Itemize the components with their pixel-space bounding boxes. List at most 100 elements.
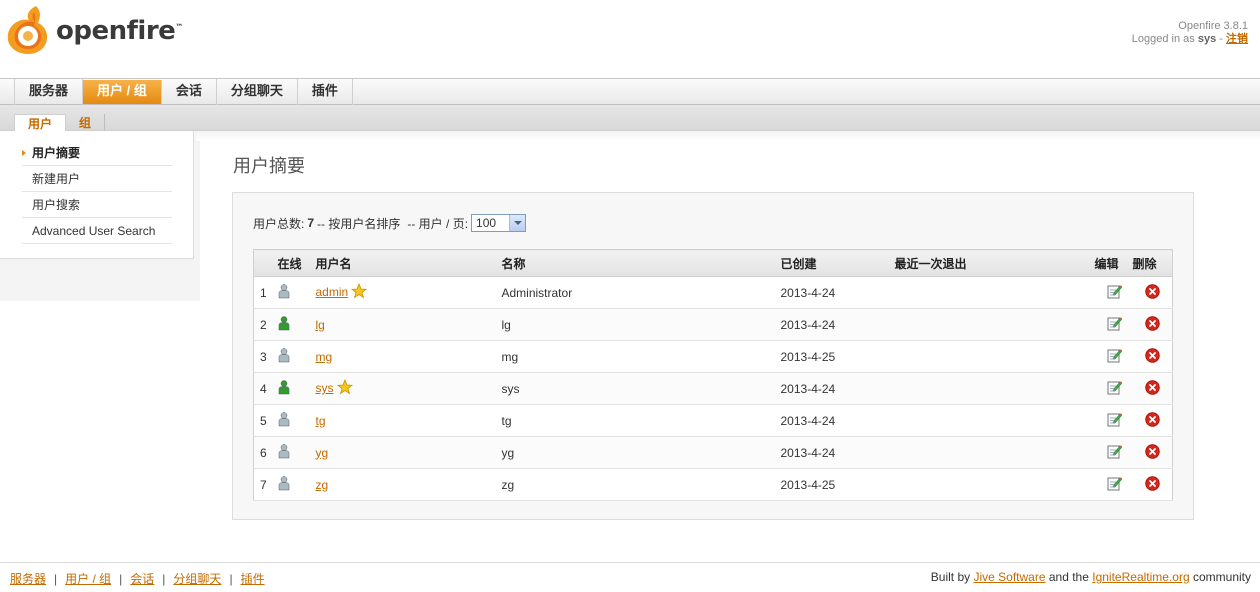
edit-cell <box>1094 276 1133 309</box>
edit-icon[interactable] <box>1106 317 1122 334</box>
delete-cell <box>1132 340 1173 373</box>
online-status-cell <box>277 276 316 309</box>
edit-icon[interactable] <box>1106 477 1122 494</box>
logo-wordmark: openfire™ <box>56 15 183 46</box>
users-table: 在线 用户名 名称 已创建 最近一次退出 编辑 删除 1 admin Admin… <box>253 249 1173 501</box>
username-link[interactable]: sys <box>316 381 334 395</box>
delete-cell <box>1132 436 1173 469</box>
sidebar-item-advanced-user-search[interactable]: Advanced User Search <box>22 218 172 244</box>
delete-cell <box>1132 308 1173 341</box>
username-link[interactable]: lg <box>316 318 325 332</box>
table-row: 2 lg lg 2013-4-24 <box>253 308 1173 341</box>
username-link[interactable]: tg <box>316 414 326 428</box>
username-link[interactable]: yg <box>316 446 329 460</box>
header-info: Openfire 3.8.1 Logged in as sys - 注销 <box>1132 20 1248 46</box>
footer-link-sessions[interactable]: 会话 <box>130 572 154 586</box>
username-link[interactable]: admin <box>316 285 349 299</box>
edit-icon[interactable] <box>1106 381 1122 398</box>
tab-group-chat[interactable]: 分组聊天 <box>217 79 298 105</box>
username-cell: zg <box>315 468 502 501</box>
row-number: 5 <box>253 404 278 437</box>
created-cell: 2013-4-25 <box>780 340 895 373</box>
name-cell: lg <box>501 308 781 341</box>
edit-cell <box>1094 436 1133 469</box>
col-delete: 删除 <box>1132 249 1173 277</box>
delete-icon[interactable] <box>1145 379 1160 398</box>
delete-icon[interactable] <box>1145 475 1160 494</box>
last-logout-cell <box>894 404 1095 437</box>
edit-icon[interactable] <box>1106 285 1122 302</box>
username-cell: admin <box>315 276 502 309</box>
username-cell: mg <box>315 340 502 373</box>
sub-nav: 用户 组 <box>0 105 1260 135</box>
edit-icon[interactable] <box>1106 413 1122 430</box>
user-offline-icon <box>278 475 290 494</box>
delete-icon[interactable] <box>1145 443 1160 462</box>
ignite-realtime-link[interactable]: IgniteRealtime.org <box>1092 570 1189 584</box>
username-link[interactable]: zg <box>316 478 329 492</box>
name-cell: zg <box>501 468 781 501</box>
admin-star-icon <box>336 378 353 398</box>
tab-sessions[interactable]: 会话 <box>162 79 217 105</box>
jive-software-link[interactable]: Jive Software <box>973 570 1045 584</box>
online-status-cell <box>277 340 316 373</box>
delete-icon[interactable] <box>1145 283 1160 302</box>
chevron-down-icon[interactable] <box>509 215 526 231</box>
sidebar-item-new-user[interactable]: 新建用户 <box>22 166 172 192</box>
per-page-select[interactable]: 100 <box>471 214 527 232</box>
edit-cell <box>1094 340 1133 373</box>
version-text: Openfire 3.8.1 <box>1178 20 1248 32</box>
tab-users-groups[interactable]: 用户 / 组 <box>83 80 162 104</box>
footer-link-group-chat[interactable]: 分组聊天 <box>173 572 221 586</box>
delete-icon[interactable] <box>1145 347 1160 366</box>
delete-cell <box>1132 276 1173 309</box>
username-cell: tg <box>315 404 502 437</box>
created-cell: 2013-4-24 <box>780 404 895 437</box>
row-number: 3 <box>253 340 278 373</box>
online-status-cell <box>277 404 316 437</box>
col-edit: 编辑 <box>1094 249 1133 277</box>
logout-link[interactable]: 注销 <box>1226 33 1248 45</box>
users-panel: 用户总数: 7 -- 按用户名排序 -- 用户 / 页: 100 在线 用户名 … <box>232 192 1194 520</box>
col-name: 名称 <box>501 249 781 277</box>
last-logout-cell <box>894 340 1095 373</box>
page-title: 用户摘要 <box>233 156 305 177</box>
table-row: 7 zg zg 2013-4-25 <box>253 468 1173 501</box>
sidebar-item-user-search[interactable]: 用户搜索 <box>22 192 172 218</box>
content-top-shade <box>196 131 1260 141</box>
created-cell: 2013-4-24 <box>780 372 895 405</box>
created-cell: 2013-4-24 <box>780 308 895 341</box>
delete-icon[interactable] <box>1145 315 1160 334</box>
header: openfire™ Openfire 3.8.1 Logged in as sy… <box>0 0 1260 78</box>
openfire-logo[interactable]: openfire™ <box>4 4 183 57</box>
footer-link-users-groups[interactable]: 用户 / 组 <box>65 572 111 586</box>
table-row: 6 yg yg 2013-4-24 <box>253 436 1173 469</box>
username-link[interactable]: mg <box>316 350 333 364</box>
current-username: sys <box>1197 33 1217 45</box>
name-cell: tg <box>501 404 781 437</box>
user-offline-icon <box>278 443 290 462</box>
tab-server[interactable]: 服务器 <box>15 79 84 105</box>
col-created: 已创建 <box>780 249 895 277</box>
delete-cell <box>1132 468 1173 501</box>
last-logout-cell <box>894 276 1095 309</box>
online-status-cell <box>277 308 316 341</box>
footer-link-server[interactable]: 服务器 <box>10 572 46 586</box>
tab-plugins[interactable]: 插件 <box>298 79 353 105</box>
last-logout-cell <box>894 308 1095 341</box>
user-online-icon <box>278 315 290 334</box>
delete-icon[interactable] <box>1145 411 1160 430</box>
edit-cell <box>1094 404 1133 437</box>
sidebar-item-user-summary[interactable]: 用户摘要 <box>22 140 172 166</box>
row-number: 2 <box>253 308 278 341</box>
col-last-logout: 最近一次退出 <box>894 249 1095 277</box>
user-count: 7 <box>307 216 315 230</box>
edit-icon[interactable] <box>1106 445 1122 462</box>
edit-cell <box>1094 372 1133 405</box>
user-offline-icon <box>278 411 290 430</box>
footer-link-plugins[interactable]: 插件 <box>241 572 265 586</box>
col-online: 在线 <box>277 249 316 277</box>
row-number: 7 <box>253 468 278 501</box>
active-arrow-icon <box>22 150 26 156</box>
edit-icon[interactable] <box>1106 349 1122 366</box>
